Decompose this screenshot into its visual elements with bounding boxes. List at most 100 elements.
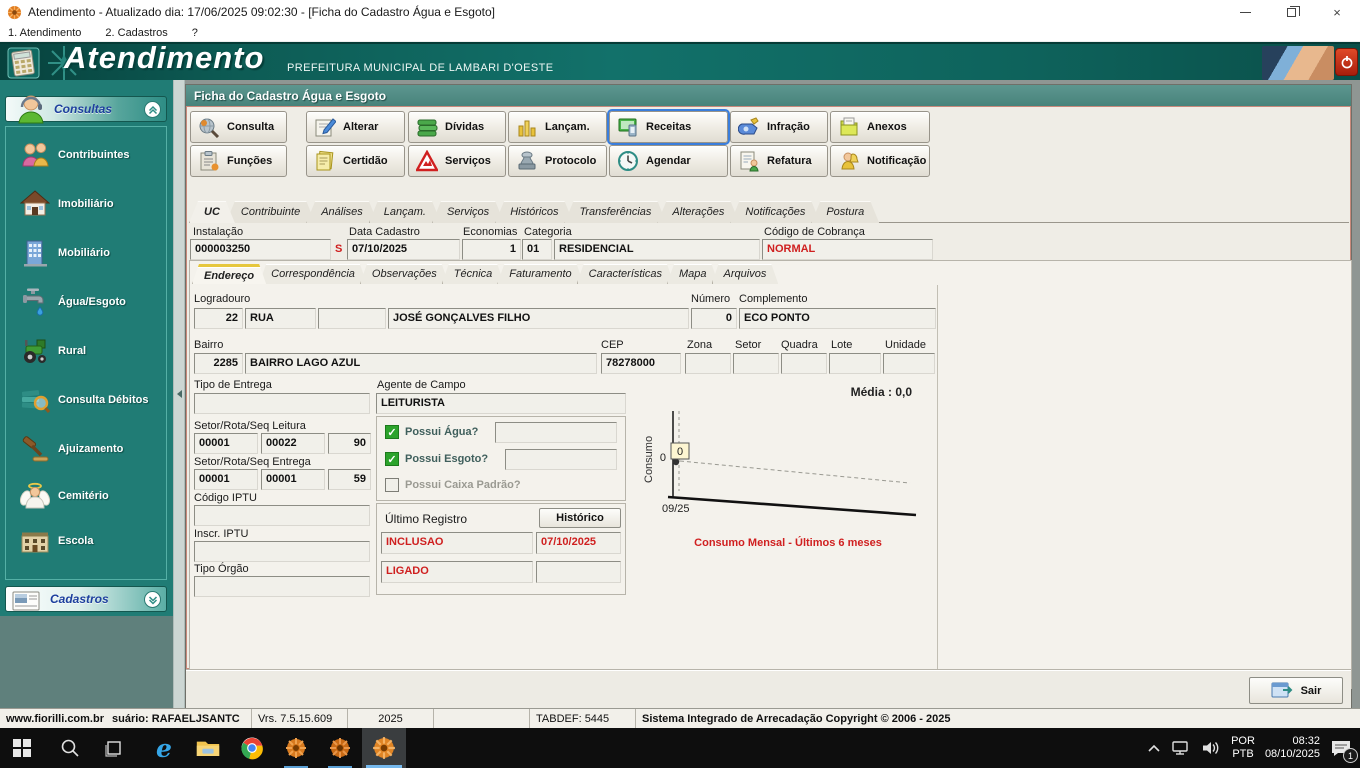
sidebar-item-escola[interactable]: Escola bbox=[20, 519, 160, 563]
receitas-button[interactable]: Receitas bbox=[607, 109, 730, 145]
lancam-button[interactable]: Lançam. bbox=[508, 111, 607, 143]
tab-uc[interactable]: UC bbox=[189, 201, 235, 223]
subtab-observacoes[interactable]: Observações bbox=[360, 264, 449, 284]
historico-button[interactable]: Histórico bbox=[539, 508, 621, 528]
sidebar-item-consulta-debitos[interactable]: Consulta Débitos bbox=[20, 378, 160, 422]
protocolo-button[interactable]: Protocolo bbox=[508, 145, 607, 177]
start-button[interactable] bbox=[0, 728, 44, 768]
complemento-input[interactable]: ECO PONTO bbox=[739, 308, 936, 329]
sair-button[interactable]: Sair bbox=[1249, 677, 1343, 704]
notificacao-button[interactable]: Notificação bbox=[830, 145, 930, 177]
search-icon[interactable] bbox=[48, 728, 92, 768]
logradouro-pref-input[interactable] bbox=[318, 308, 386, 329]
sidebar-item-agua-esgoto[interactable]: Água/Esgoto bbox=[20, 280, 160, 324]
registro-data-input[interactable]: 07/10/2025 bbox=[536, 532, 621, 554]
subtab-endereco[interactable]: Endereço bbox=[192, 264, 266, 284]
quadra-input[interactable] bbox=[781, 353, 827, 374]
network-icon[interactable] bbox=[1171, 740, 1191, 756]
alterar-button[interactable]: Alterar bbox=[306, 111, 405, 143]
unidade-input[interactable] bbox=[883, 353, 935, 374]
consulta-button[interactable]: Consulta bbox=[190, 111, 287, 143]
possui-caixa-checkbox[interactable] bbox=[385, 478, 399, 492]
sidebar-group-consultas[interactable]: Consultas bbox=[5, 95, 167, 124]
tray-chevron-up-icon[interactable] bbox=[1147, 743, 1161, 753]
tab-alteracoes[interactable]: Alterações bbox=[657, 201, 739, 223]
subtab-arquivos[interactable]: Arquivos bbox=[712, 264, 779, 284]
sidebar-item-contribuintes[interactable]: Contribuintes bbox=[20, 133, 160, 177]
codigo-iptu-input[interactable] bbox=[194, 505, 370, 526]
categoria-cod-input[interactable]: 01 bbox=[522, 239, 552, 260]
tipo-entrega-input[interactable] bbox=[194, 393, 370, 414]
notification-center-icon[interactable]: 1 bbox=[1330, 738, 1358, 763]
dividas-button[interactable]: Dívidas bbox=[408, 111, 506, 143]
lote-input[interactable] bbox=[829, 353, 881, 374]
entrega-seq-input[interactable]: 59 bbox=[328, 469, 371, 490]
tab-postura[interactable]: Postura bbox=[811, 201, 879, 223]
possui-agua-input[interactable] bbox=[495, 422, 617, 443]
logradouro-tipo-input[interactable]: RUA bbox=[245, 308, 316, 329]
sidebar-item-cemiterio[interactable]: Cemitério bbox=[20, 474, 160, 518]
close-button[interactable]: × bbox=[1314, 0, 1360, 24]
fiorilli-app-icon-1[interactable] bbox=[274, 728, 318, 768]
registro-status-input[interactable]: LIGADO bbox=[381, 561, 533, 583]
leitura-setor-input[interactable]: 00001 bbox=[194, 433, 258, 454]
bairro-cod-input[interactable]: 2285 bbox=[194, 353, 243, 374]
tab-analises[interactable]: Análises bbox=[306, 201, 378, 223]
subtab-tecnica[interactable]: Técnica bbox=[442, 264, 505, 284]
entrega-setor-input[interactable]: 00001 bbox=[194, 469, 258, 490]
bairro-nome-input[interactable]: BAIRRO LAGO AZUL bbox=[245, 353, 597, 374]
servicos-button[interactable]: Serviços bbox=[408, 145, 506, 177]
agendar-button[interactable]: Agendar bbox=[609, 145, 728, 177]
menu-cadastros[interactable]: 2. Cadastros bbox=[105, 27, 167, 39]
agente-input[interactable]: LEITURISTA bbox=[376, 393, 626, 414]
instalacao-input[interactable]: 000003250 bbox=[190, 239, 331, 260]
subtab-caracteristicas[interactable]: Características bbox=[577, 264, 674, 284]
chevron-up-icon[interactable] bbox=[144, 101, 161, 118]
tab-notificacoes[interactable]: Notificações bbox=[730, 201, 820, 223]
possui-esgoto-checkbox[interactable] bbox=[385, 452, 399, 466]
inscr-iptu-input[interactable] bbox=[194, 541, 370, 562]
tab-transferencias[interactable]: Transferências bbox=[564, 201, 666, 223]
registro-tipo-input[interactable]: INCLUSAO bbox=[381, 532, 533, 554]
sidebar-item-mobiliario[interactable]: Mobiliário bbox=[20, 231, 160, 275]
menu-help[interactable]: ? bbox=[192, 27, 198, 39]
tipo-orgao-input[interactable] bbox=[194, 576, 370, 597]
zona-input[interactable] bbox=[685, 353, 731, 374]
cep-input[interactable]: 78278000 bbox=[601, 353, 681, 374]
internet-explorer-icon[interactable]: e bbox=[142, 728, 186, 768]
funcoes-button[interactable]: Funções bbox=[190, 145, 287, 177]
chrome-icon[interactable] bbox=[230, 728, 274, 768]
file-explorer-icon[interactable] bbox=[186, 728, 230, 768]
data-cadastro-input[interactable]: 07/10/2025 bbox=[347, 239, 460, 260]
restore-button[interactable] bbox=[1268, 0, 1314, 24]
numero-input[interactable]: 0 bbox=[691, 308, 737, 329]
task-view-icon[interactable] bbox=[92, 728, 136, 768]
sidebar-item-ajuizamento[interactable]: Ajuizamento bbox=[20, 427, 160, 471]
tab-servicos[interactable]: Serviços bbox=[432, 201, 504, 223]
subtab-mapa[interactable]: Mapa bbox=[667, 264, 719, 284]
infracao-button[interactable]: Infração bbox=[730, 111, 828, 143]
cobranca-input[interactable]: NORMAL bbox=[762, 239, 933, 260]
volume-icon[interactable] bbox=[1201, 740, 1221, 756]
minimize-button[interactable] bbox=[1222, 0, 1268, 24]
tab-contribuinte[interactable]: Contribuinte bbox=[226, 201, 315, 223]
subtab-faturamento[interactable]: Faturamento bbox=[497, 264, 583, 284]
power-button[interactable] bbox=[1335, 48, 1358, 76]
menu-atendimento[interactable]: 1. Atendimento bbox=[8, 27, 81, 39]
logradouro-nome-input[interactable]: JOSÉ GONÇALVES FILHO bbox=[388, 308, 689, 329]
leitura-rota-input[interactable]: 00022 bbox=[261, 433, 325, 454]
language-indicator[interactable]: POR PTB bbox=[1231, 735, 1255, 761]
possui-esgoto-input[interactable] bbox=[505, 449, 617, 470]
subtab-correspondencia[interactable]: Correspondência bbox=[259, 264, 367, 284]
possui-agua-checkbox[interactable] bbox=[385, 425, 399, 439]
sidebar-group-cadastros[interactable]: Cadastros bbox=[5, 586, 167, 612]
sidebar-item-imobiliario[interactable]: Imobiliário bbox=[20, 182, 160, 226]
sidebar-splitter[interactable] bbox=[173, 80, 185, 708]
entrega-rota-input[interactable]: 00001 bbox=[261, 469, 325, 490]
leitura-seq-input[interactable]: 90 bbox=[328, 433, 371, 454]
certidao-button[interactable]: Certidão bbox=[306, 145, 405, 177]
chevron-down-icon[interactable] bbox=[144, 591, 161, 608]
fiorilli-app-icon-3[interactable] bbox=[362, 728, 406, 768]
setor-input[interactable] bbox=[733, 353, 779, 374]
clock[interactable]: 08:32 08/10/2025 bbox=[1265, 735, 1320, 761]
